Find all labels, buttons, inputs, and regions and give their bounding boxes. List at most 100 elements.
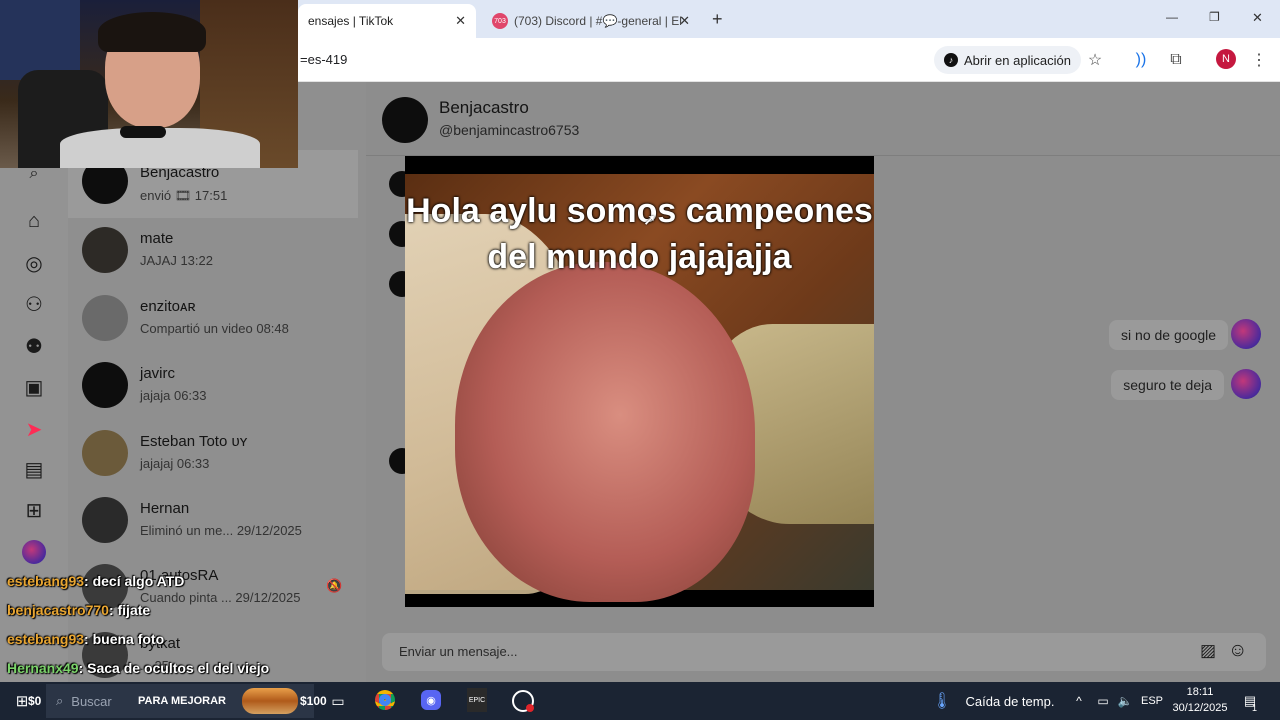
clock[interactable]: 18:11 30/12/2025 — [1170, 684, 1230, 716]
tab-close-icon[interactable]: ✕ — [455, 13, 466, 29]
task-view-icon[interactable]: ▭ — [327, 682, 349, 720]
avatar — [82, 497, 128, 543]
conversation-preview: envió 🎞 17:51 — [140, 188, 228, 203]
profile-avatar[interactable]: N — [1216, 49, 1236, 69]
conversation-list: Benjacastro envió 🎞 17:51 mate JAJAJ 13:… — [68, 82, 366, 682]
chrome-icon[interactable] — [375, 690, 395, 710]
ad-right-price: $100 — [300, 694, 327, 708]
avatar — [82, 295, 128, 341]
emoji-icon[interactable]: ☺ — [1228, 640, 1247, 662]
explore-icon[interactable]: ◎ — [20, 249, 48, 277]
clock-date: 30/12/2025 — [1172, 702, 1228, 714]
ad-banner-text: PARA MEJORAR — [138, 695, 227, 707]
url-field[interactable]: =es-419 — [300, 52, 347, 67]
ad-left-price: $0 — [28, 694, 42, 708]
conversation-item[interactable]: mate JAJAJ 13:22 — [68, 217, 366, 283]
activity-icon[interactable]: ▤ — [20, 455, 48, 483]
stream-chat-line: benjacastro770: fijate — [7, 602, 150, 618]
open-in-app-label: Abrir en aplicación — [964, 52, 1071, 68]
weather-label[interactable]: Caída de temp. — [962, 682, 1058, 720]
conversation-name: javirc — [140, 365, 176, 382]
menu-kebab-icon[interactable]: ⋮ — [1247, 48, 1271, 72]
chat-handle: @benjamincastro6753 — [439, 122, 580, 138]
message-bubble-me: si no de google — [1109, 320, 1228, 350]
tab-title: (703) Discord | #💬-general | El — [514, 14, 682, 28]
restore-button[interactable]: ❐ — [1209, 10, 1220, 24]
webcam-background — [0, 0, 80, 80]
tab-discord[interactable]: 703 (703) Discord | #💬-general | El ✕ — [482, 4, 700, 38]
icon-rail: ⌕ ⌂ ◎ ⚇ ⚉ ▣ ➤ ▤ ⊞ — [0, 82, 68, 682]
discord-tab-icon: 703 — [492, 13, 508, 29]
chat-header — [366, 82, 1280, 156]
conversation-preview: Eliminó un me... 29/12/2025 — [140, 523, 302, 538]
conversation-name: Esteban Toto ᴜʏ — [140, 433, 248, 450]
mouse-cursor-icon: ➚ — [643, 212, 657, 229]
taskbar-search[interactable]: $0 ⌕ Buscar PARA MEJORAR $100 — [28, 684, 327, 718]
image-upload-icon[interactable]: ▨ — [1200, 641, 1216, 661]
conversation-item[interactable]: javirc jajaja 06:33 — [68, 352, 366, 418]
chat-name[interactable]: Benjacastro — [439, 98, 529, 118]
bookmark-star-icon[interactable]: ☆ — [1083, 48, 1107, 72]
search-icon: ⌕ — [56, 693, 64, 708]
volume-icon[interactable]: 🔈 — [1116, 682, 1134, 720]
stream-chat-line: estebang93: decí algo ATD — [7, 573, 184, 589]
chevron-up-icon[interactable]: ^ — [1070, 682, 1088, 720]
network-icon[interactable]: ▭ — [1094, 682, 1112, 720]
notification-count: 1 — [1252, 703, 1258, 713]
video-caption: Hola aylu somos campeones del mundo jaja… — [406, 192, 873, 276]
open-in-app-button[interactable]: ♪ Abrir en aplicación — [934, 46, 1081, 74]
minimize-button[interactable]: — — [1166, 10, 1178, 24]
chat-text: : Saca de ocultos el del viejo — [78, 660, 270, 676]
my-avatar — [1231, 319, 1261, 349]
conversation-name: mate — [140, 230, 174, 247]
live-icon[interactable]: ▣ — [20, 373, 48, 401]
clock-time: 18:11 — [1186, 686, 1214, 698]
tiktok-icon: ♪ — [944, 53, 958, 67]
home-icon[interactable]: ⌂ — [20, 207, 48, 235]
person-hair — [98, 12, 206, 52]
webcam-overlay — [0, 0, 298, 168]
chat-user: estebang93 — [7, 573, 85, 589]
video-frame: Hola aylu somos campeones del mundo jaja… — [405, 174, 874, 602]
chat-text: : buena foto — [84, 631, 165, 647]
ad-burger-icon — [242, 688, 298, 714]
conversation-item[interactable]: Hernan Eliminó un me... 29/12/2025 — [68, 487, 366, 553]
chat-avatar[interactable] — [382, 97, 428, 143]
upload-icon[interactable]: ⊞ — [20, 496, 48, 524]
headset-mic-icon — [120, 126, 166, 138]
conversation-name: Hernan — [140, 500, 190, 517]
chat-text: : fijate — [108, 602, 151, 618]
notifications-icon[interactable]: ▤ — [1238, 682, 1262, 720]
conversation-preview: Cuando pinta ... 29/12/2025 — [140, 590, 301, 605]
close-window-button[interactable]: ✕ — [1252, 10, 1263, 26]
my-avatar — [1231, 369, 1261, 399]
video-message[interactable]: Hola aylu somos campeones del mundo jaja… — [405, 156, 874, 607]
extensions-icon[interactable]: ⧉ — [1164, 48, 1188, 72]
stream-chat-line: estebang93: buena foto — [7, 631, 164, 647]
conversation-preview: jajajaj 06:33 — [140, 456, 210, 471]
conversation-item[interactable]: Esteban Toto ᴜʏ jajajaj 06:33 — [68, 420, 366, 486]
chat-user: estebang93 — [7, 631, 85, 647]
face-shape — [455, 262, 755, 602]
messages-icon[interactable]: ➤ — [20, 415, 48, 443]
chat-text: : decí algo ATD — [84, 573, 185, 589]
muted-bell-icon: 🔕 — [326, 578, 343, 593]
avatar — [82, 362, 128, 408]
friends-icon[interactable]: ⚉ — [20, 332, 48, 360]
conversation-item[interactable]: enzitoᴀʀ Compartió un video 08:48 — [68, 285, 366, 351]
discord-icon[interactable]: ◉ — [421, 690, 441, 710]
cast-icon[interactable]: )) — [1129, 48, 1153, 72]
epic-games-icon[interactable]: EPIC — [467, 688, 487, 712]
language-indicator[interactable]: ESP — [1138, 682, 1166, 720]
new-tab-button[interactable]: + — [712, 9, 723, 30]
stream-chat-line: Hernanx49: Saca de ocultos el del viejo — [7, 660, 269, 676]
chat-user: Hernanx49 — [7, 660, 79, 676]
tab-close-icon[interactable]: ✕ — [679, 13, 690, 29]
following-icon[interactable]: ⚇ — [20, 290, 48, 318]
composer-placeholder[interactable]: Enviar un mensaje... — [399, 644, 518, 659]
conversation-name: enzitoᴀʀ — [140, 298, 196, 315]
chat-user: benjacastro770 — [7, 602, 109, 618]
thermometer-icon: 🌡 — [931, 693, 953, 710]
tab-tiktok[interactable]: ensajes | TikTok ✕ — [298, 4, 476, 38]
profile-avatar-icon[interactable] — [22, 540, 46, 564]
